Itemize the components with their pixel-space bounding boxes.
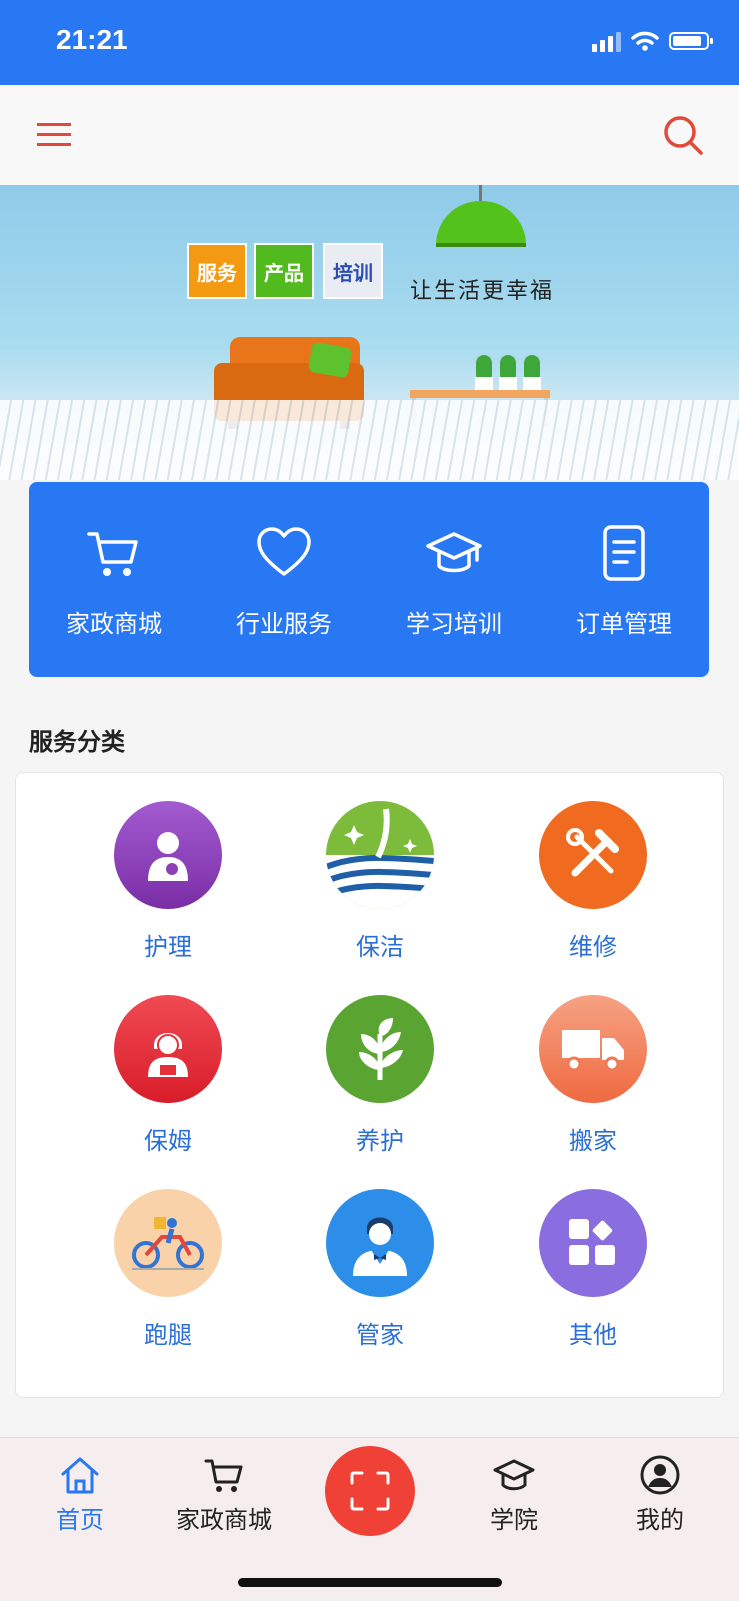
butler-icon: [326, 1189, 434, 1297]
category-other[interactable]: 其他: [493, 1189, 693, 1350]
graduation-cap-icon: [493, 1459, 535, 1491]
quick-links-panel: 家政商城 行业服务 学习培训 订单管理: [29, 482, 709, 677]
banner-slogan: 让生活更幸福: [410, 279, 555, 304]
category-label: 跑腿: [144, 1321, 192, 1349]
category-label: 维修: [569, 933, 617, 961]
search-icon: [664, 116, 703, 155]
quick-link-mall[interactable]: 家政商城: [29, 482, 199, 677]
heart-icon: [257, 527, 311, 576]
document-icon: [603, 525, 645, 581]
category-nanny[interactable]: 保姆: [68, 995, 268, 1156]
service-category-card: 护理 保洁 维修 保姆 养护 搬家 跑腿 管家 其他: [15, 772, 724, 1398]
user-icon: [640, 1455, 680, 1495]
promo-banner[interactable]: 服务 产品 培训 让生活更幸福: [0, 185, 739, 480]
home-icon: [61, 1457, 99, 1494]
category-moving[interactable]: 搬家: [493, 995, 693, 1156]
category-label: 保洁: [356, 933, 404, 961]
cart-icon: [204, 1459, 243, 1492]
banner-tag-service: 服务: [187, 243, 247, 299]
quick-link-label: 订单管理: [576, 610, 672, 638]
scan-icon: [350, 1471, 390, 1511]
quick-link-label: 学习培训: [406, 610, 502, 638]
category-butler[interactable]: 管家: [280, 1189, 480, 1350]
tools-icon: [539, 801, 647, 909]
grid-icon: [539, 1189, 647, 1297]
tab-label: 首页: [56, 1506, 104, 1534]
quick-link-orders[interactable]: 订单管理: [539, 482, 709, 677]
quick-link-training[interactable]: 学习培训: [369, 482, 539, 677]
wifi-icon: [631, 31, 659, 51]
tab-label: 学院: [490, 1506, 538, 1534]
banner-tag-product: 产品: [254, 243, 314, 299]
category-label: 养护: [356, 1127, 404, 1155]
status-time: 21:21: [56, 24, 128, 55]
category-nursing[interactable]: 护理: [68, 801, 268, 962]
status-bar: 21:21: [0, 0, 739, 85]
table-illustration: [410, 390, 550, 398]
tab-label: 我的: [636, 1506, 684, 1534]
graduation-cap-icon: [426, 532, 482, 573]
delivery-bike-icon: [114, 1189, 222, 1297]
search-button[interactable]: [661, 113, 705, 157]
signal-icon: [592, 30, 621, 52]
nurse-icon: [114, 801, 222, 909]
lamp-illustration: [436, 201, 526, 245]
category-cleaning[interactable]: 保洁: [280, 801, 480, 962]
category-maintenance[interactable]: 养护: [280, 995, 480, 1156]
tab-mine[interactable]: 我的: [600, 1454, 720, 1535]
battery-icon: [669, 32, 713, 50]
category-errand[interactable]: 跑腿: [68, 1189, 268, 1350]
category-label: 其他: [569, 1321, 617, 1349]
category-label: 保姆: [144, 1127, 192, 1155]
plant-icon: [326, 995, 434, 1103]
quick-link-service[interactable]: 行业服务: [199, 482, 369, 677]
truck-icon: [539, 995, 647, 1103]
tab-academy[interactable]: 学院: [454, 1454, 574, 1535]
broom-icon: [326, 801, 434, 909]
top-bar: [0, 85, 739, 185]
hamburger-menu-icon: [37, 123, 71, 146]
quick-link-label: 家政商城: [66, 610, 162, 638]
quick-link-label: 行业服务: [236, 610, 332, 638]
tab-mall[interactable]: 家政商城: [164, 1454, 284, 1535]
category-label: 管家: [356, 1321, 404, 1349]
menu-button[interactable]: [34, 117, 74, 153]
category-repair[interactable]: 维修: [493, 801, 693, 962]
tab-home[interactable]: 首页: [20, 1454, 140, 1535]
home-indicator: [238, 1578, 502, 1587]
scan-button[interactable]: [325, 1446, 415, 1536]
category-label: 搬家: [569, 1127, 617, 1155]
section-title: 服务分类: [29, 728, 125, 756]
status-icons: [592, 30, 713, 52]
category-label: 护理: [144, 933, 192, 961]
cart-icon: [87, 532, 138, 576]
nanny-icon: [114, 995, 222, 1103]
tab-label: 家政商城: [176, 1506, 272, 1534]
banner-tag-training: 培训: [323, 243, 383, 299]
floor-illustration: [0, 400, 739, 480]
